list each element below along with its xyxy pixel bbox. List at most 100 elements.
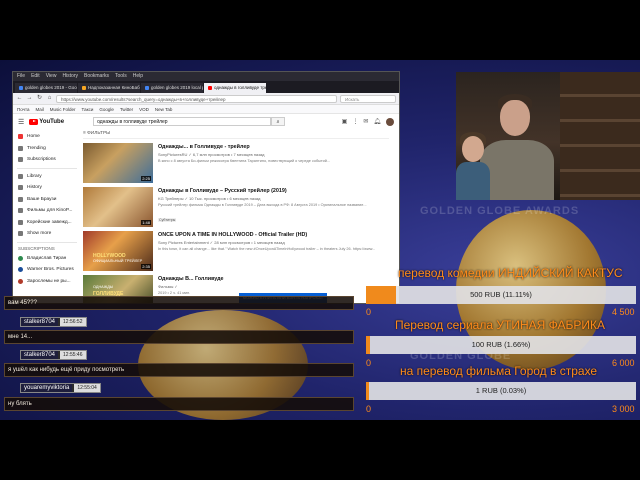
video-meta: KG Трейлеры ✓ 10 Тыс. просмотров • 6 мес… <box>158 196 261 201</box>
sidebar-item-playlist[interactable]: Ваше Браузи <box>13 194 81 206</box>
donation-goal-bar: 100 RUB (1.66%) <box>366 336 636 354</box>
sidebar-item-channel[interactable]: Владислав Тиран <box>13 253 81 265</box>
playlist-icon <box>18 196 23 202</box>
child-body <box>456 162 490 200</box>
youtube-logo[interactable]: YouTube <box>29 118 64 125</box>
playlist-icon <box>18 208 23 214</box>
sidebar-item-playlist[interactable]: Корейские завежд... <box>13 217 81 229</box>
channel-avatar <box>18 255 23 261</box>
video-thumbnail[interactable]: 2:25 <box>83 143 153 183</box>
video-description: In this town, it can all change... like … <box>158 247 376 251</box>
child-face <box>462 136 484 162</box>
youtube-favicon-icon <box>208 86 212 90</box>
donation-goal-bar: 1 RUB (0.03%) <box>366 382 636 400</box>
bookmark-item[interactable]: Такси <box>82 105 94 113</box>
video-title[interactable]: Однажды В... Голливуде <box>158 276 399 282</box>
bookmark-item[interactable]: New Tab <box>155 105 172 113</box>
video-info: ONCE UPON A TIME IN HOLLYWOOD - Official… <box>158 231 399 271</box>
address-bar[interactable]: https://www.youtube.com/results?search_q… <box>56 94 337 103</box>
user-avatar[interactable] <box>386 117 394 126</box>
google-favicon-icon <box>19 86 23 90</box>
bookmark-item[interactable]: VOD <box>139 105 149 113</box>
video-title[interactable]: ONCE UPON A TIME IN HOLLYWOOD - Official… <box>158 232 399 238</box>
sidebar-show-more[interactable]: Show more <box>13 228 81 240</box>
sidebar-item-playlist[interactable]: Фильмы для KinoP... <box>13 205 81 217</box>
forward-arrow-icon[interactable]: → <box>26 95 33 102</box>
apps-grid-icon[interactable]: ⋮ <box>352 118 358 125</box>
chat-message: мне 14... <box>4 330 354 344</box>
channel-avatar <box>18 267 23 273</box>
chat-message: я ушёл как нибудь ещё приду посмотреть <box>4 363 354 377</box>
channel-avatar <box>18 278 23 284</box>
letterbox-top <box>0 0 640 60</box>
bookmark-item[interactable]: Почта <box>17 105 30 113</box>
menu-tools[interactable]: Tools <box>115 72 127 81</box>
chevron-down-icon <box>18 231 23 237</box>
browser-tab[interactable]: Надпоказанная КиноБабка! <box>78 83 140 93</box>
browser-tab-active[interactable]: однажды в голливуде трейл <box>204 83 266 93</box>
sidebar-item-channel[interactable]: Зарослемы не ры... <box>13 276 81 288</box>
bookmark-item[interactable]: Mail <box>36 105 44 113</box>
bookmark-item[interactable]: Twitter <box>120 105 133 113</box>
browser-tab[interactable]: golden globes 2019 local pics <box>141 83 203 93</box>
menu-file[interactable]: File <box>17 72 25 81</box>
chat-timestamp: 12:56:52 <box>60 318 86 326</box>
donation-goal-min: 0 <box>366 404 372 414</box>
playlist-icon <box>18 219 23 225</box>
sidebar-item-channel[interactable]: Warner Bros. Pictures <box>13 264 81 276</box>
subscriptions-icon <box>18 157 23 163</box>
sidebar-item-history[interactable]: History <box>13 182 81 194</box>
chat-username: stalker8704 <box>21 351 59 359</box>
donation-goal-amount: 100 RUB (1.66%) <box>471 340 531 349</box>
chat-message: вам 45??? <box>4 296 354 310</box>
home-icon[interactable]: ⌂ <box>46 95 53 102</box>
filters-button[interactable]: ≡ ФИЛЬТРЫ <box>83 129 389 139</box>
bookmark-item[interactable]: Google <box>99 105 114 113</box>
menu-edit[interactable]: Edit <box>31 72 40 81</box>
search-results: ≡ ФИЛЬТРЫ 2:25 Однажды... в Голливуде - … <box>81 129 399 303</box>
search-icon[interactable]: ⌕ <box>271 117 286 126</box>
chat-username-tag: youaremyviktoria 12:55:04 <box>20 383 101 393</box>
reload-icon[interactable]: ↻ <box>36 95 43 102</box>
donation-goal-max: 3 000 <box>612 404 635 414</box>
messages-icon[interactable]: ✉ <box>363 118 368 125</box>
bookmark-item[interactable]: Music Folder <box>50 105 76 113</box>
sidebar-item-library[interactable]: Library <box>13 171 81 183</box>
video-result[interactable]: 1:48 Однажды в Голливуде – Русский трейл… <box>83 187 399 227</box>
letterbox-bottom <box>0 420 640 480</box>
bookshelf <box>560 72 640 200</box>
video-duration: 2:35 <box>141 264 151 269</box>
history-icon <box>18 185 23 191</box>
create-video-icon[interactable]: ▣ <box>342 118 348 125</box>
browser-search-field[interactable]: Искать <box>340 94 396 103</box>
chat-username-tag: stalker8704 12:55:46 <box>20 350 87 360</box>
sidebar-item-trending[interactable]: Trending <box>13 143 81 155</box>
donation-goal-amount: 1 RUB (0.03%) <box>475 386 527 395</box>
menu-hamburger-icon[interactable]: ☰ <box>18 118 24 126</box>
sidebar-item-subscriptions[interactable]: Subscriptions <box>13 154 81 166</box>
video-thumbnail[interactable]: 1:48 <box>83 187 153 227</box>
back-arrow-icon[interactable]: ← <box>16 95 23 102</box>
menu-help[interactable]: Help <box>133 72 143 81</box>
sidebar-divider <box>17 167 77 169</box>
browser-tab[interactable]: golden globes 2019 - Google <box>15 83 77 93</box>
library-icon <box>18 173 23 179</box>
video-title[interactable]: Однажды в Голливуде – Русский трейлер (2… <box>158 188 399 194</box>
menu-view[interactable]: View <box>46 72 57 81</box>
subtitles-badge: Субтитры <box>158 218 177 222</box>
video-thumbnail[interactable]: HOLLYWOOD ОФИЦИАЛЬНЫЙ ТРЕЙЛЕР 2:35 <box>83 231 153 271</box>
sidebar-item-home[interactable]: Home <box>13 131 81 143</box>
video-duration: 2:25 <box>141 176 151 181</box>
video-result[interactable]: 2:25 Однажды... в Голливуде - трейлер So… <box>83 143 399 183</box>
donation-goal-min: 0 <box>366 358 372 368</box>
menu-bookmarks[interactable]: Bookmarks <box>84 72 109 81</box>
youtube-play-icon <box>29 118 39 125</box>
youtube-search-input[interactable]: однажды в голливуде трейлер <box>93 117 272 126</box>
youtube-sidebar: Home Trending Subscriptions Library Hist… <box>13 129 81 303</box>
google-favicon-icon <box>145 86 149 90</box>
menu-history[interactable]: History <box>62 72 78 81</box>
video-info: Однажды... в Голливуде - трейлер SonyPic… <box>158 143 399 183</box>
video-title[interactable]: Однажды... в Голливуде - трейлер <box>158 144 399 150</box>
notifications-bell-icon[interactable]: 🔔︎ <box>373 118 381 125</box>
video-result[interactable]: HOLLYWOOD ОФИЦИАЛЬНЫЙ ТРЕЙЛЕР 2:35 ONCE … <box>83 231 399 271</box>
